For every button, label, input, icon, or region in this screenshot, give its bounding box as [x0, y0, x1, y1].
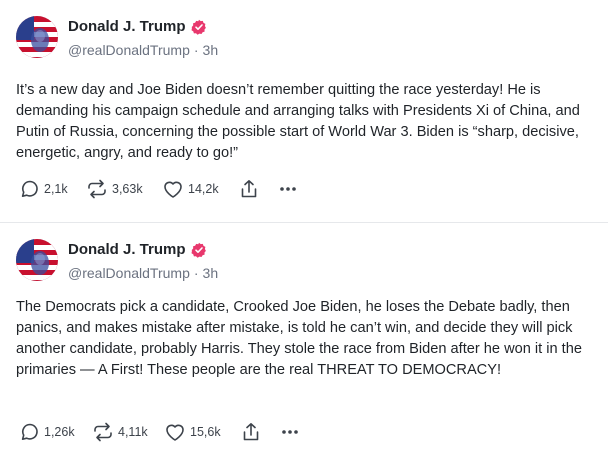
author-row: Donald J. Trump	[68, 241, 207, 258]
flag-avatar-image	[16, 16, 58, 58]
separator-dot: ·	[193, 42, 199, 58]
handle-row: @realDonaldTrump · 3h	[68, 42, 218, 58]
separator-dot: ·	[193, 265, 199, 281]
verified-badge-icon	[191, 242, 206, 258]
reply-icon	[21, 180, 38, 197]
post-time[interactable]: 3h	[203, 265, 219, 281]
post: Donald J. Trump @realDonaldTrump · 3h Th…	[0, 223, 608, 464]
post-time[interactable]: 3h	[203, 42, 219, 58]
more-icon	[280, 187, 296, 191]
share-icon	[241, 180, 257, 198]
share-button[interactable]	[240, 179, 278, 199]
repost-icon	[94, 422, 112, 442]
like-icon	[164, 181, 182, 198]
share-icon	[243, 423, 259, 441]
like-count: 14,2k	[188, 182, 219, 196]
post-text: It’s a new day and Joe Biden doesn’t rem…	[16, 82, 580, 161]
like-button[interactable]: 15,6k	[164, 422, 242, 442]
repost-icon	[88, 179, 106, 199]
author-name[interactable]: Donald J. Trump	[68, 18, 186, 35]
verified-badge-icon	[191, 19, 206, 35]
post-actions: 1,26k 4,11k 15,6k	[20, 422, 300, 442]
post-feed: Donald J. Trump @realDonaldTrump · 3h It…	[0, 0, 608, 464]
repost-count: 3,63k	[112, 182, 143, 196]
post: Donald J. Trump @realDonaldTrump · 3h It…	[0, 0, 608, 223]
reply-count: 2,1k	[44, 182, 68, 196]
like-count: 15,6k	[190, 425, 221, 439]
like-button[interactable]: 14,2k	[162, 179, 240, 199]
more-options-button[interactable]	[278, 179, 298, 199]
handle-row: @realDonaldTrump · 3h	[68, 265, 218, 281]
reply-count: 1,26k	[44, 425, 75, 439]
share-button[interactable]	[242, 422, 280, 442]
author-handle[interactable]: @realDonaldTrump	[68, 265, 190, 281]
repost-count: 4,11k	[118, 425, 148, 439]
avatar[interactable]	[16, 239, 58, 281]
reply-button[interactable]: 2,1k	[20, 179, 86, 199]
flag-avatar-image	[16, 239, 58, 281]
author-handle[interactable]: @realDonaldTrump	[68, 42, 190, 58]
reply-button[interactable]: 1,26k	[20, 422, 92, 442]
more-icon	[282, 430, 298, 434]
post-text: The Democrats pick a candidate, Crooked …	[16, 299, 582, 378]
post-actions: 2,1k 3,63k 14,2k	[20, 179, 298, 199]
repost-button[interactable]: 3,63k	[86, 179, 162, 199]
author-row: Donald J. Trump	[68, 18, 207, 35]
author-name[interactable]: Donald J. Trump	[68, 241, 186, 258]
avatar[interactable]	[16, 16, 58, 58]
like-icon	[166, 424, 184, 441]
reply-icon	[21, 423, 38, 440]
repost-button[interactable]: 4,11k	[92, 422, 164, 442]
more-options-button[interactable]	[280, 422, 300, 442]
